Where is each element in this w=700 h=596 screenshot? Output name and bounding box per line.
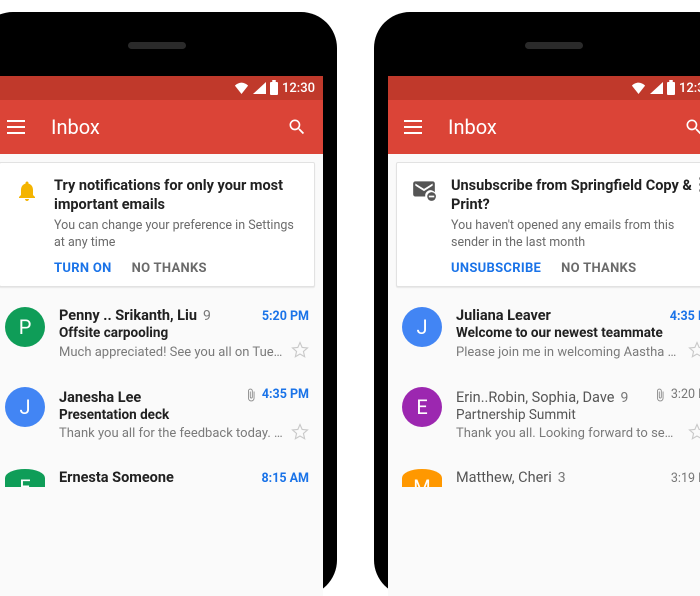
search-icon[interactable]	[684, 117, 700, 137]
email-list: P Penny .. Srikanth, Liu 9 5:20 PM Offsi…	[0, 295, 323, 487]
email-time: 3:20 P	[671, 387, 700, 402]
email-time: 4:35 P	[670, 309, 700, 324]
email-thread-count: 9	[203, 308, 211, 324]
promo-title: Unsubscribe from Springfield Copy & Prin…	[451, 177, 700, 215]
no-thanks-button[interactable]: NO THANKS	[132, 261, 207, 276]
email-preview: Thank you all for the feedback today. …	[59, 426, 283, 441]
menu-icon[interactable]	[404, 120, 422, 134]
app-bar: Inbox	[0, 100, 323, 154]
email-subject: Partnership Summit	[456, 407, 700, 423]
phone-frame-right: 12:30 Inbox Unsubscribe from Springfield…	[374, 12, 700, 596]
status-bar: 12:30	[0, 76, 323, 100]
email-item[interactable]: M Matthew, Cheri 3 3:19 P	[388, 457, 700, 487]
attachment-icon	[244, 388, 258, 402]
email-item[interactable]: P Penny .. Srikanth, Liu 9 5:20 PM Offsi…	[0, 295, 323, 375]
speaker-slot	[525, 42, 583, 49]
email-subject: Offsite carpooling	[59, 325, 309, 341]
overflow-menu-icon[interactable]	[693, 177, 700, 192]
promo-subtitle: You can change your preference in Settin…	[54, 218, 304, 252]
wifi-icon	[234, 82, 249, 94]
email-item[interactable]: E Erin..Robin, Sophia, Dave 9 3:20 P Par…	[388, 375, 700, 457]
menu-icon[interactable]	[7, 120, 25, 134]
speaker-slot	[128, 42, 186, 49]
email-item[interactable]: J Juliana Leaver 4:35 P Welcome to our n…	[388, 295, 700, 375]
email-time: 4:35 PM	[262, 387, 309, 402]
email-sender: Penny .. Srikanth, Liu	[59, 307, 197, 324]
no-thanks-button[interactable]: NO THANKS	[561, 261, 636, 276]
bell-icon	[14, 177, 40, 276]
email-time: 5:20 PM	[262, 309, 309, 324]
wifi-icon	[631, 82, 646, 94]
screen-right: 12:30 Inbox Unsubscribe from Springfield…	[388, 76, 700, 596]
email-item[interactable]: E Ernesta Someone 8:15 AM	[0, 457, 323, 487]
email-item[interactable]: J Janesha Lee 4:35 PM Presentation deck	[0, 375, 323, 457]
status-bar: 12:30	[388, 76, 700, 100]
email-sender: Ernesta Someone	[59, 469, 174, 486]
avatar[interactable]: M	[402, 469, 442, 487]
email-preview: Thank you all. Looking forward to see…	[456, 426, 680, 441]
email-subject: Welcome to our newest teammate	[456, 325, 700, 341]
avatar[interactable]: J	[402, 307, 442, 347]
promo-card-notifications: Try notifications for only your most imp…	[0, 162, 315, 287]
unsubscribe-icon	[411, 177, 437, 276]
cell-signal-icon	[650, 82, 663, 94]
star-icon[interactable]	[291, 341, 309, 363]
email-sender: Janesha Lee	[59, 389, 141, 406]
email-time: 3:19 P	[671, 471, 700, 486]
avatar[interactable]: J	[5, 387, 45, 427]
app-bar: Inbox	[388, 100, 700, 154]
cell-signal-icon	[253, 82, 266, 94]
promo-title: Try notifications for only your most imp…	[54, 177, 304, 215]
status-time: 12:30	[282, 81, 315, 96]
status-time: 12:30	[679, 81, 700, 96]
screen-left: 12:30 Inbox Try notifications for only y…	[0, 76, 323, 596]
promo-card-unsubscribe: Unsubscribe from Springfield Copy & Prin…	[396, 162, 700, 287]
attachment-icon	[653, 388, 667, 402]
battery-icon	[270, 82, 278, 95]
email-list: J Juliana Leaver 4:35 P Welcome to our n…	[388, 295, 700, 487]
app-bar-title: Inbox	[51, 115, 261, 139]
avatar[interactable]: E	[402, 387, 442, 427]
email-thread-count: 3	[558, 470, 566, 486]
email-sender: Matthew, Cheri	[456, 469, 552, 486]
promo-subtitle: You haven't opened any emails from this …	[451, 218, 700, 252]
phone-frame-left: 12:30 Inbox Try notifications for only y…	[0, 12, 337, 596]
email-preview: Please join me in welcoming Aastha …	[456, 345, 680, 360]
search-icon[interactable]	[287, 117, 307, 137]
email-subject: Presentation deck	[59, 407, 309, 423]
email-thread-count: 9	[620, 390, 628, 406]
email-preview: Much appreciated! See you all on Tue…	[59, 345, 283, 360]
battery-icon	[667, 82, 675, 95]
email-sender: Erin..Robin, Sophia, Dave	[456, 389, 614, 406]
star-icon[interactable]	[291, 423, 309, 445]
avatar[interactable]: P	[5, 307, 45, 347]
email-time: 8:15 AM	[262, 471, 310, 486]
app-bar-title: Inbox	[448, 115, 658, 139]
turn-on-button[interactable]: TURN ON	[54, 261, 112, 276]
unsubscribe-button[interactable]: UNSUBSCRIBE	[451, 261, 541, 276]
email-sender: Juliana Leaver	[456, 307, 551, 324]
star-icon[interactable]	[688, 423, 700, 445]
star-icon[interactable]	[688, 341, 700, 363]
avatar[interactable]: E	[5, 469, 45, 487]
